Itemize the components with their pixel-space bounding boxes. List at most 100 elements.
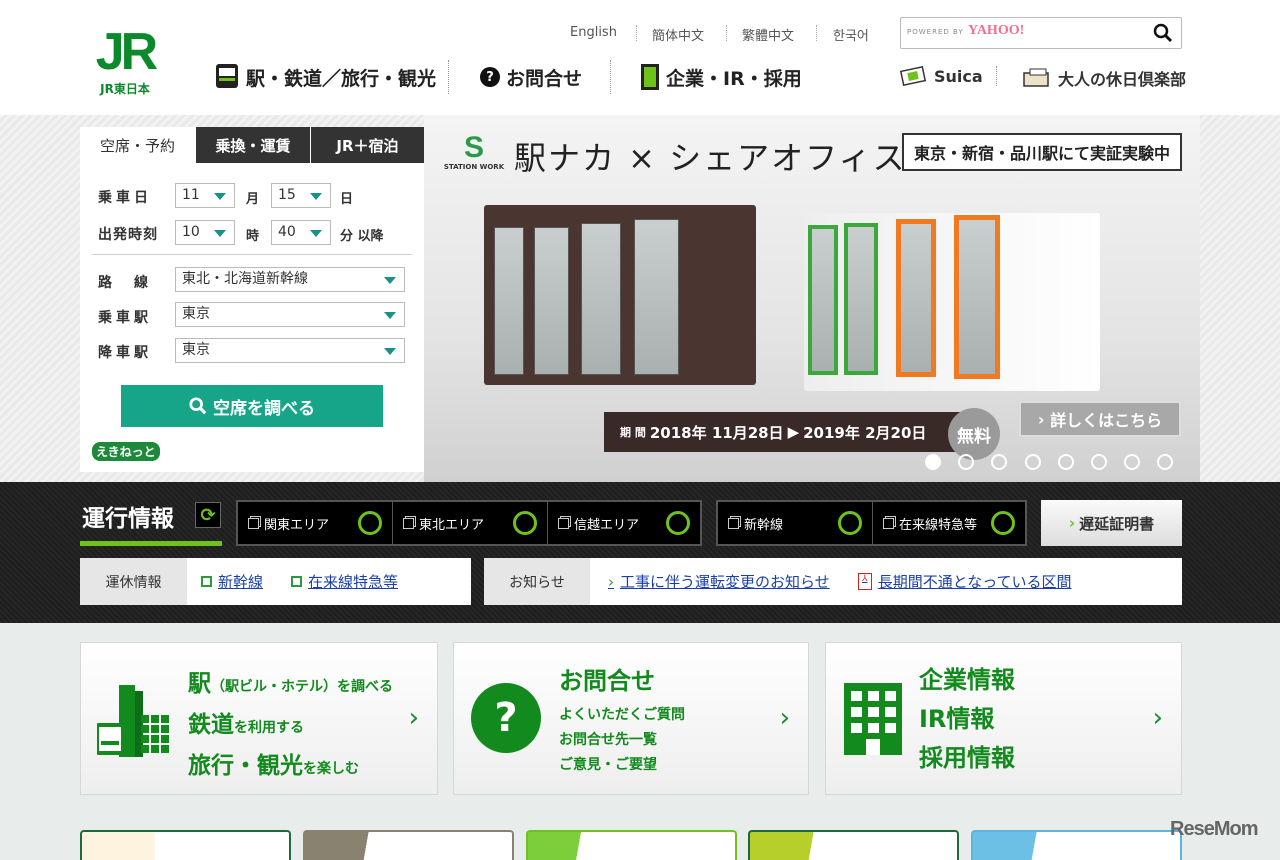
line-label: 路線 (98, 275, 170, 291)
divider (92, 254, 412, 255)
pdf-icon: ⅄ (857, 573, 872, 590)
jr-east-logo[interactable]: JR JR東日本 (80, 26, 170, 96)
suica-card-icon (900, 66, 927, 86)
contact-list-link[interactable]: お問合せ先一覧 (559, 728, 685, 753)
nav-station-railway-travel[interactable]: 駅・鉄道／旅行・観光 (214, 62, 436, 92)
question-icon: ? (471, 683, 541, 753)
status-normal-icon (513, 511, 537, 535)
month-unit: 月 (246, 192, 260, 207)
month-select[interactable]: 11 (175, 183, 235, 208)
tab-transfer-fare[interactable]: 乗換・運賃 (195, 127, 310, 163)
station-search-line[interactable]: 駅（駅ビル・ホテル）を調べる (188, 665, 393, 706)
ir-info-link[interactable]: IR情報 (919, 700, 1015, 739)
card-contact[interactable]: ? お問合せ よくいただくご質問 お問合せ先一覧 ご意見・ご要望 › (453, 642, 809, 795)
bottom-tab-3[interactable] (526, 830, 737, 860)
nav-otona-club[interactable]: 大人の休日倶楽部 (1022, 66, 1186, 90)
departure-time-label: 出発時刻 (98, 227, 158, 243)
railway-use-line[interactable]: 鉄道を利用する (188, 706, 393, 747)
divider (610, 60, 611, 94)
site-search-input[interactable]: POWERED BY YAHOO! (900, 17, 1182, 49)
chevron-right-icon: › (408, 703, 419, 733)
resemom-watermark: ReseMom (1170, 818, 1258, 840)
status-limited-express[interactable]: 在来線特急等 (873, 502, 1025, 544)
lang-english[interactable]: English (570, 25, 617, 40)
slide-dot-6[interactable] (1091, 454, 1107, 470)
nav-corporate-ir-recruit[interactable]: 企業・IR・採用 (640, 62, 802, 92)
service-status-title: 運行情報 (82, 506, 174, 532)
divider (726, 25, 727, 41)
suspension-label: 運休情報 (80, 558, 187, 605)
nav-contact[interactable]: ? お問合せ (480, 62, 582, 92)
slide-dot-3[interactable] (991, 454, 1008, 470)
divider (816, 25, 817, 41)
train-icon (216, 64, 238, 88)
promo-banner-station-work[interactable]: S STATION WORK 駅ナカ × シェアオフィス 東京・新宿・品川駅にて… (424, 115, 1200, 482)
ekinet-logo[interactable]: えきねっと (92, 442, 160, 461)
card-station-railway-travel[interactable]: 駅（駅ビル・ホテル）を調べる 鉄道を利用する 旅行・観光を楽しむ › (80, 642, 438, 795)
chevron-right-icon: › (779, 703, 790, 733)
refresh-icon[interactable]: ⟳ (195, 502, 221, 528)
lang-korean[interactable]: 한국어 (833, 25, 869, 44)
notice-link-long-suspension[interactable]: ⅄ 長期間不通となっている区間 (857, 571, 1072, 592)
delay-certificate-button[interactable]: › 遅延証明書 (1041, 500, 1182, 546)
slide-dot-5[interactable] (1057, 454, 1074, 470)
slide-dot-2[interactable] (958, 454, 975, 470)
slide-dot-8[interactable] (1157, 454, 1174, 470)
station-building-icon (97, 685, 169, 757)
window-icon (248, 517, 259, 529)
station-work-logo: S STATION WORK (443, 131, 505, 172)
suspension-link-shinkansen[interactable]: 新幹線 (201, 571, 263, 592)
club-card-icon (1023, 68, 1049, 87)
status-shinetsu-area[interactable]: 信越エリア (548, 502, 700, 544)
travel-line[interactable]: 旅行・観光を楽しむ (188, 747, 393, 788)
bottom-tab-5[interactable] (971, 830, 1182, 860)
from-station-select[interactable]: 東京 (175, 302, 405, 327)
search-seats-button[interactable]: 空席を調べる (121, 385, 383, 427)
slide-dot-1[interactable] (925, 454, 941, 470)
lang-simplified-chinese[interactable]: 簡体中文 (652, 25, 704, 44)
suspension-link-limited-express[interactable]: 在来線特急等 (291, 571, 398, 592)
status-tohoku-area[interactable]: 東北エリア (393, 502, 548, 544)
dropdown-arrow-icon (310, 230, 322, 237)
divider (448, 60, 449, 94)
corporate-info-link[interactable]: 企業情報 (919, 661, 1015, 700)
tab-jr-hotel[interactable]: JR＋宿泊 (310, 127, 424, 163)
line-select[interactable]: 東北・北海道新幹線 (175, 267, 405, 292)
feedback-link[interactable]: ご意見・ご要望 (559, 753, 685, 778)
chevron-right-icon: › (1152, 703, 1163, 733)
slide-dot-7[interactable] (1124, 454, 1141, 470)
dropdown-arrow-icon (384, 277, 396, 284)
from-station-label: 乗車駅 (98, 310, 152, 326)
slide-dot-4[interactable] (1024, 454, 1041, 470)
free-badge: 無料 (948, 408, 1000, 460)
status-shinkansen[interactable]: 新幹線 (718, 502, 873, 544)
bottom-tab-1[interactable] (80, 830, 291, 860)
search-icon (189, 397, 207, 415)
faq-link[interactable]: よくいただくご質問 (559, 703, 685, 728)
nav-suica[interactable]: Suica (900, 66, 983, 86)
status-normal-icon (666, 511, 690, 535)
hero-area: 空席・予約 乗換・運賃 JR＋宿泊 乗車日 11 月 15 日 出発時刻 10 … (0, 115, 1280, 482)
bottom-tab-4[interactable] (748, 830, 959, 860)
status-kanto-area[interactable]: 関東エリア (238, 502, 393, 544)
status-group-regional: 関東エリア 東北エリア 信越エリア (236, 500, 702, 546)
divider (996, 66, 997, 86)
status-normal-icon (838, 511, 862, 535)
tab-seat-reservation[interactable]: 空席・予約 (80, 127, 195, 163)
recruit-info-link[interactable]: 採用情報 (919, 739, 1015, 778)
to-station-select[interactable]: 東京 (175, 338, 405, 363)
window-icon (201, 576, 212, 587)
notice-link-construction[interactable]: › 工事に伴う運転変更のお知らせ (608, 571, 830, 592)
hour-select[interactable]: 10 (175, 220, 235, 245)
card-corporate[interactable]: 企業情報 IR情報 採用情報 › (825, 642, 1182, 795)
day-select[interactable]: 15 (271, 183, 331, 208)
minute-select[interactable]: 40 (271, 220, 331, 245)
notice-label: お知らせ (484, 558, 590, 605)
banner-location-box: 東京・新宿・品川駅にて実証実験中 (902, 133, 1182, 171)
office-building-icon (844, 683, 902, 755)
lang-traditional-chinese[interactable]: 繁體中文 (742, 25, 794, 44)
window-icon (728, 517, 739, 529)
banner-details-button[interactable]: › 詳しくはこちら (1019, 401, 1181, 437)
bottom-tab-2[interactable] (303, 830, 514, 860)
search-icon[interactable] (1153, 23, 1173, 43)
